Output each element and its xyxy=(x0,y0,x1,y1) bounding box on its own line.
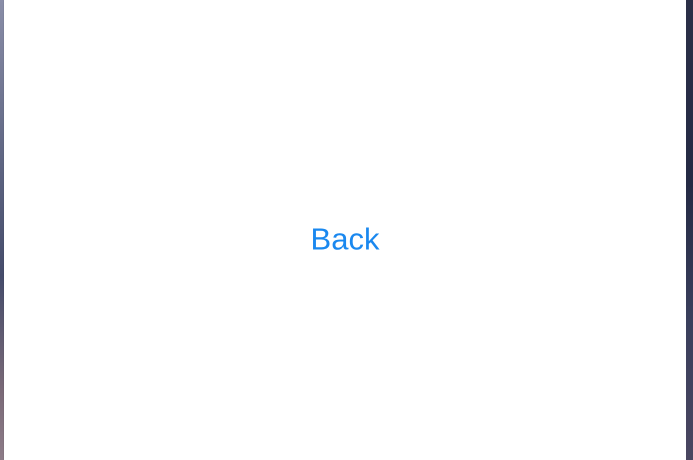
desktop-wallpaper-right xyxy=(686,0,693,460)
back-button[interactable]: Back xyxy=(303,220,388,259)
app-window: Back xyxy=(4,0,686,460)
